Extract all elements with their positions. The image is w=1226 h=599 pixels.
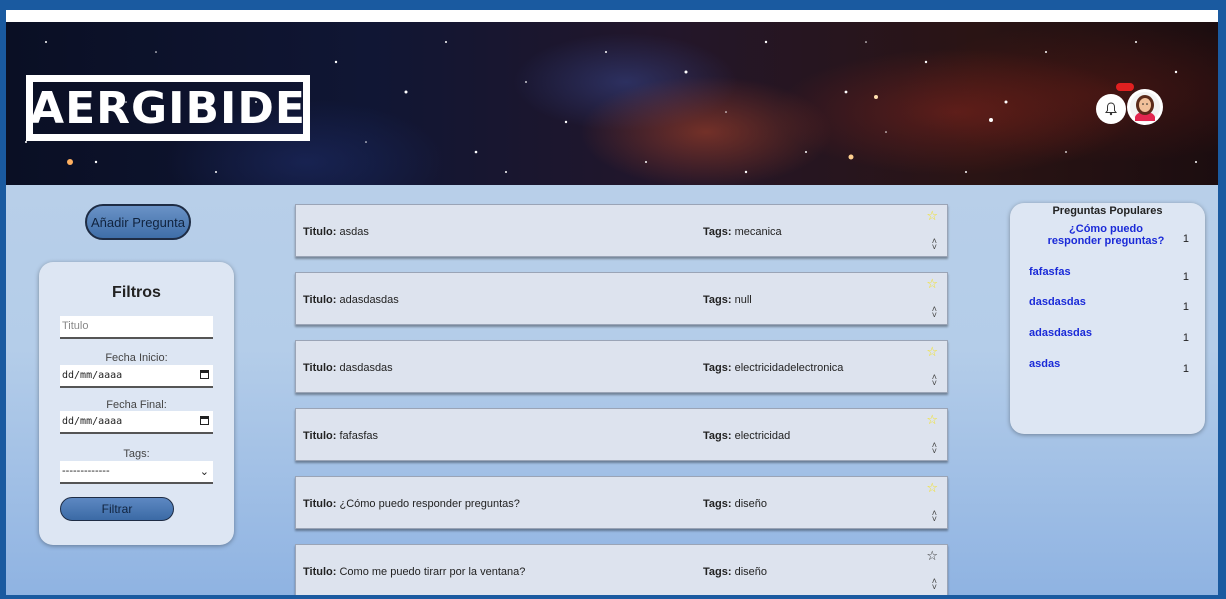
popular-question-link[interactable]: asdas: [1029, 358, 1060, 370]
favorite-star-icon[interactable]: ☆: [926, 412, 938, 428]
question-title[interactable]: Titulo: fafasfas: [303, 430, 378, 442]
app-frame: AERGIBIDE Añadir Pregunta Filtros Titulo…: [6, 10, 1218, 595]
popular-question-link[interactable]: fafasfas: [1029, 266, 1071, 278]
header-banner: AERGIBIDE: [6, 22, 1218, 185]
popular-question-link[interactable]: dasdasdas: [1029, 296, 1086, 308]
popular-questions-panel: Preguntas Populares ¿Cómo puedo responde…: [1010, 203, 1205, 434]
calendar-icon[interactable]: [200, 416, 209, 425]
question-card[interactable]: Titulo: asdas Tags: mecanica ☆ ˄ ˅: [295, 204, 948, 257]
chevron-down-icon: ⌄: [199, 466, 209, 478]
tags-label: Tags:: [703, 226, 732, 238]
title-label: Titulo:: [303, 294, 337, 306]
tags-label: Tags:: [703, 362, 732, 374]
question-title[interactable]: Titulo: ¿Cómo puedo responder preguntas?: [303, 498, 520, 510]
title-label: Titulo:: [303, 226, 337, 238]
question-card[interactable]: Titulo: dasdasdas Tags: electricidadelect…: [295, 340, 948, 393]
favorite-star-icon[interactable]: ☆: [926, 480, 938, 496]
tags-label: Tags:: [703, 498, 732, 510]
bell-icon: [1105, 102, 1117, 116]
tags-label: Tags:: [703, 294, 732, 306]
start-date-value: dd/mm/aaaa: [62, 370, 123, 381]
start-date-label: Fecha Inicio:: [105, 352, 168, 364]
question-card[interactable]: Titulo: Como me puedo tirarr por la vent…: [295, 544, 948, 595]
aergibide-logo[interactable]: AERGIBIDE: [26, 75, 310, 141]
question-card[interactable]: Titulo: fafasfas Tags: electricidad ☆ ˄ ˅: [295, 408, 948, 461]
question-tags-text: electricidadelectronica: [734, 362, 844, 374]
question-card[interactable]: Titulo: adasdasdas Tags: null ☆ ˄ ˅: [295, 272, 948, 325]
question-tags-text: null: [734, 294, 752, 306]
favorite-star-icon[interactable]: ☆: [926, 208, 938, 224]
popular-question-count: 1: [1182, 301, 1189, 313]
question-title-text[interactable]: ¿Cómo puedo responder preguntas?: [339, 498, 519, 510]
title-label: Titulo:: [303, 362, 337, 374]
popular-questions-title: Preguntas Populares: [1052, 205, 1163, 217]
end-date-label: Fecha Final:: [106, 399, 167, 411]
question-title-text[interactable]: adasdasdas: [339, 294, 398, 306]
question-tags: Tags: diseño: [703, 566, 767, 578]
user-avatar-button[interactable]: [1127, 89, 1163, 125]
favorite-star-icon[interactable]: ☆: [926, 276, 938, 292]
question-tags: Tags: mecanica: [703, 226, 782, 238]
tags-label: Tags:: [123, 448, 150, 460]
popular-question-link[interactable]: ¿Cómo puedo responder preguntas?: [1047, 223, 1165, 247]
popular-question-count: 1: [1182, 233, 1189, 245]
question-tags: Tags: null: [703, 294, 752, 306]
popular-question-count: 1: [1182, 363, 1189, 375]
filters-panel: Filtros Titulo Fecha Inicio: dd/mm/aaaa …: [39, 262, 234, 545]
question-tags: Tags: electricidad: [703, 430, 790, 442]
question-title[interactable]: Titulo: Como me puedo tirarr por la vent…: [303, 566, 525, 578]
expand-toggle-icon[interactable]: ˄ ˅: [932, 305, 937, 320]
tags-label: Tags:: [703, 566, 732, 578]
question-tags-text: diseño: [734, 566, 768, 578]
expand-toggle-icon[interactable]: ˄ ˅: [932, 441, 937, 456]
question-title[interactable]: Titulo: dasdasdas: [303, 362, 393, 374]
question-tags-text: electricidad: [734, 430, 791, 442]
notification-badge: [1116, 83, 1134, 91]
question-title-text[interactable]: fafasfas: [339, 430, 378, 442]
tags-label: Tags:: [703, 430, 732, 442]
end-date-input[interactable]: dd/mm/aaaa: [60, 411, 213, 434]
user-avatar-icon: [1130, 92, 1160, 122]
question-tags: Tags: diseño: [703, 498, 767, 510]
title-label: Titulo:: [303, 498, 337, 510]
question-title-text[interactable]: dasdasdas: [339, 362, 392, 374]
question-tags-text: mecanica: [734, 226, 782, 238]
question-title[interactable]: Titulo: asdas: [303, 226, 369, 238]
question-card[interactable]: Titulo: ¿Cómo puedo responder preguntas?…: [295, 476, 948, 529]
filters-title: Filtros: [112, 284, 161, 301]
favorite-star-icon[interactable]: ☆: [926, 548, 938, 564]
tags-select[interactable]: ------------- ⌄: [60, 461, 213, 484]
end-date-value: dd/mm/aaaa: [62, 416, 123, 427]
title-label: Titulo:: [303, 566, 337, 578]
title-label: Titulo:: [303, 430, 337, 442]
question-tags: Tags: electricidadelectronica: [703, 362, 843, 374]
popular-question-count: 1: [1182, 271, 1189, 283]
tags-selected-value: -------------: [62, 465, 110, 477]
popular-question-count: 1: [1182, 332, 1189, 344]
add-question-button[interactable]: Añadir Pregunta: [85, 204, 191, 240]
filter-button[interactable]: Filtrar: [60, 497, 174, 521]
title-filter-input[interactable]: Titulo: [60, 316, 213, 339]
favorite-star-icon[interactable]: ☆: [926, 344, 938, 360]
question-tags-text: diseño: [734, 498, 768, 510]
question-title[interactable]: Titulo: adasdasdas: [303, 294, 399, 306]
notifications-button[interactable]: [1096, 94, 1126, 124]
expand-toggle-icon[interactable]: ˄ ˅: [932, 373, 937, 388]
question-title-text[interactable]: asdas: [339, 226, 368, 238]
start-date-input[interactable]: dd/mm/aaaa: [60, 365, 213, 388]
question-title-text[interactable]: Como me puedo tirarr por la ventana?: [339, 566, 525, 578]
expand-toggle-icon[interactable]: ˄ ˅: [932, 509, 937, 524]
popular-question-link[interactable]: adasdasdas: [1029, 327, 1092, 339]
calendar-icon[interactable]: [200, 370, 209, 379]
expand-toggle-icon[interactable]: ˄ ˅: [932, 577, 937, 592]
expand-toggle-icon[interactable]: ˄ ˅: [932, 237, 937, 252]
